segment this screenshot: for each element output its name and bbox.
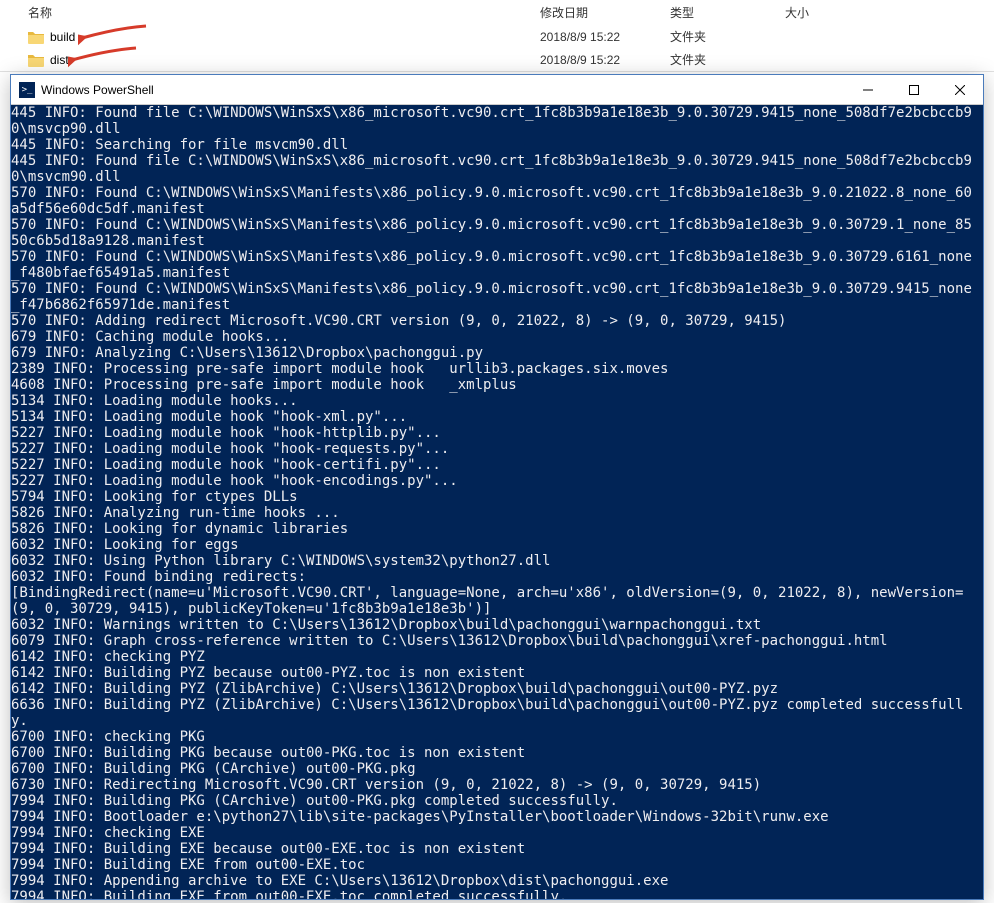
terminal-line: 5227 INFO: Loading module hook "hook-req…	[11, 441, 979, 457]
terminal-line: 6032 INFO: Looking for eggs	[11, 537, 979, 553]
terminal-line: 445 INFO: Found file C:\WINDOWS\WinSxS\x…	[11, 105, 979, 137]
column-header-size[interactable]: 大小	[785, 4, 885, 21]
maximize-icon	[909, 85, 919, 95]
terminal-line: 6032 INFO: Using Python library C:\WINDO…	[11, 553, 979, 569]
terminal-line: 679 INFO: Analyzing C:\Users\13612\Dropb…	[11, 345, 979, 361]
column-header-name[interactable]: 名称	[28, 4, 540, 21]
terminal-line: 6730 INFO: Redirecting Microsoft.VC90.CR…	[11, 777, 979, 793]
column-header-date[interactable]: 修改日期	[540, 4, 670, 21]
terminal-line: 6079 INFO: Graph cross-reference written…	[11, 633, 979, 649]
terminal-line: 7994 INFO: Building EXE because out00-EX…	[11, 841, 979, 857]
minimize-button[interactable]	[845, 75, 891, 105]
titlebar[interactable]: >_ Windows PowerShell	[11, 75, 983, 105]
explorer-column-headers: 名称 修改日期 类型 大小	[0, 0, 994, 25]
terminal-line: 5794 INFO: Looking for ctypes DLLs	[11, 489, 979, 505]
terminal-line: 5826 INFO: Analyzing run-time hooks ...	[11, 505, 979, 521]
terminal-line: 570 INFO: Found C:\WINDOWS\WinSxS\Manife…	[11, 217, 979, 249]
file-type: 文件夹	[670, 28, 785, 45]
minimize-icon	[863, 85, 873, 95]
powershell-icon: >_	[19, 82, 35, 98]
terminal-line: 570 INFO: Found C:\WINDOWS\WinSxS\Manife…	[11, 185, 979, 217]
terminal-line: 570 INFO: Found C:\WINDOWS\WinSxS\Manife…	[11, 249, 979, 281]
terminal-line: 6700 INFO: Building PKG (CArchive) out00…	[11, 761, 979, 777]
terminal-line: 4608 INFO: Processing pre-safe import mo…	[11, 377, 979, 393]
file-explorer: 名称 修改日期 类型 大小 build 2018/8/9 15:22 文件夹 d…	[0, 0, 994, 72]
terminal-line: 445 INFO: Found file C:\WINDOWS\WinSxS\x…	[11, 153, 979, 185]
file-date: 2018/8/9 15:22	[540, 53, 670, 67]
terminal-output[interactable]: 445 INFO: Found file C:\WINDOWS\WinSxS\x…	[11, 105, 983, 899]
folder-icon	[28, 30, 44, 44]
column-header-type[interactable]: 类型	[670, 4, 785, 21]
terminal-line: 7994 INFO: checking EXE	[11, 825, 979, 841]
file-type: 文件夹	[670, 51, 785, 68]
file-date: 2018/8/9 15:22	[540, 30, 670, 44]
terminal-line: 6700 INFO: checking PKG	[11, 729, 979, 745]
terminal-line: 6142 INFO: Building PYZ because out00-PY…	[11, 665, 979, 681]
terminal-line: 5134 INFO: Loading module hook "hook-xml…	[11, 409, 979, 425]
file-name: build	[50, 30, 540, 44]
terminal-line: 7994 INFO: Appending archive to EXE C:\U…	[11, 873, 979, 889]
terminal-line: 570 INFO: Found C:\WINDOWS\WinSxS\Manife…	[11, 281, 979, 313]
terminal-line: 6142 INFO: checking PYZ	[11, 649, 979, 665]
maximize-button[interactable]	[891, 75, 937, 105]
folder-icon	[28, 53, 44, 67]
terminal-line: 6032 INFO: Found binding redirects:	[11, 569, 979, 585]
terminal-line: 5227 INFO: Loading module hook "hook-htt…	[11, 425, 979, 441]
terminal-line: 6142 INFO: Building PYZ (ZlibArchive) C:…	[11, 681, 979, 697]
terminal-line: 445 INFO: Searching for file msvcm90.dll	[11, 137, 979, 153]
window-title: Windows PowerShell	[41, 83, 845, 97]
terminal-line: 7994 INFO: Building PKG (CArchive) out00…	[11, 793, 979, 809]
terminal-line: [BindingRedirect(name=u'Microsoft.VC90.C…	[11, 585, 979, 617]
terminal-line: 7994 INFO: Building EXE from out00-EXE.t…	[11, 889, 979, 899]
file-row[interactable]: build 2018/8/9 15:22 文件夹	[0, 25, 994, 48]
terminal-line: 6636 INFO: Building PYZ (ZlibArchive) C:…	[11, 697, 979, 729]
close-icon	[955, 85, 965, 95]
terminal-line: 570 INFO: Adding redirect Microsoft.VC90…	[11, 313, 979, 329]
terminal-line: 7994 INFO: Building EXE from out00-EXE.t…	[11, 857, 979, 873]
terminal-line: 6700 INFO: Building PKG because out00-PK…	[11, 745, 979, 761]
terminal-line: 5826 INFO: Looking for dynamic libraries	[11, 521, 979, 537]
terminal-line: 5227 INFO: Loading module hook "hook-enc…	[11, 473, 979, 489]
terminal-line: 7994 INFO: Bootloader e:\python27\lib\si…	[11, 809, 979, 825]
terminal-line: 5134 INFO: Loading module hooks...	[11, 393, 979, 409]
terminal-line: 2389 INFO: Processing pre-safe import mo…	[11, 361, 979, 377]
close-button[interactable]	[937, 75, 983, 105]
file-name: dist	[50, 53, 540, 67]
terminal-line: 6032 INFO: Warnings written to C:\Users\…	[11, 617, 979, 633]
powershell-window: >_ Windows PowerShell 445 INFO: Found fi…	[10, 74, 984, 900]
file-row[interactable]: dist 2018/8/9 15:22 文件夹	[0, 48, 994, 71]
terminal-line: 5227 INFO: Loading module hook "hook-cer…	[11, 457, 979, 473]
terminal-line: 679 INFO: Caching module hooks...	[11, 329, 979, 345]
